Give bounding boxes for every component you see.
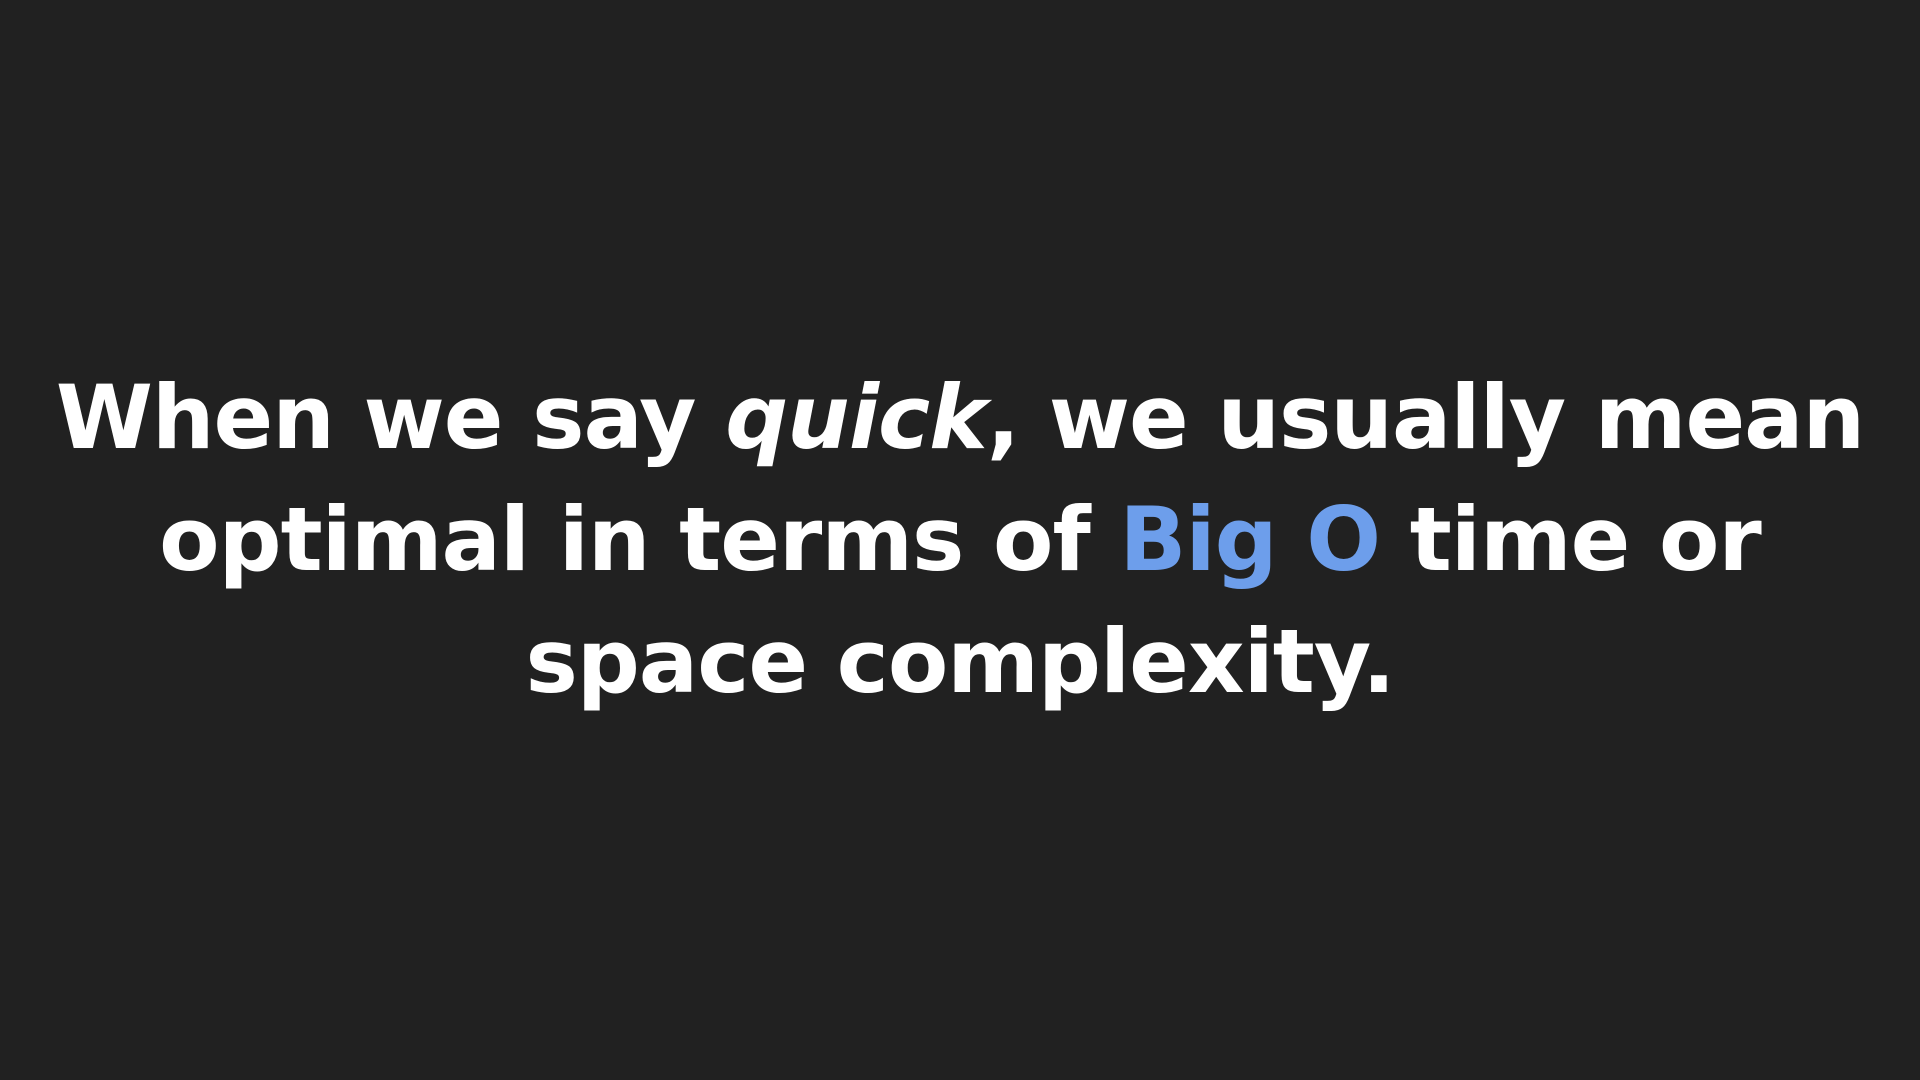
line-2-tail: time or xyxy=(1380,488,1762,591)
statement-line-1: When we say quick, we usually mean xyxy=(40,357,1880,479)
statement-line-2: optimal in terms of Big O time or xyxy=(40,479,1880,601)
slide-statement: When we say quick, we usually mean optim… xyxy=(40,357,1880,723)
line-1-lead: When we say xyxy=(55,366,726,469)
line-1-tail: , we usually mean xyxy=(986,366,1865,469)
highlight-big-o: Big O xyxy=(1119,488,1381,591)
slide: When we say quick, we usually mean optim… xyxy=(0,0,1920,1080)
line-2-lead: optimal in terms of xyxy=(159,488,1120,591)
statement-line-3: space complexity. xyxy=(40,601,1880,723)
line-3-text: space complexity. xyxy=(525,610,1395,713)
emphasis-quick: quick xyxy=(725,366,987,469)
